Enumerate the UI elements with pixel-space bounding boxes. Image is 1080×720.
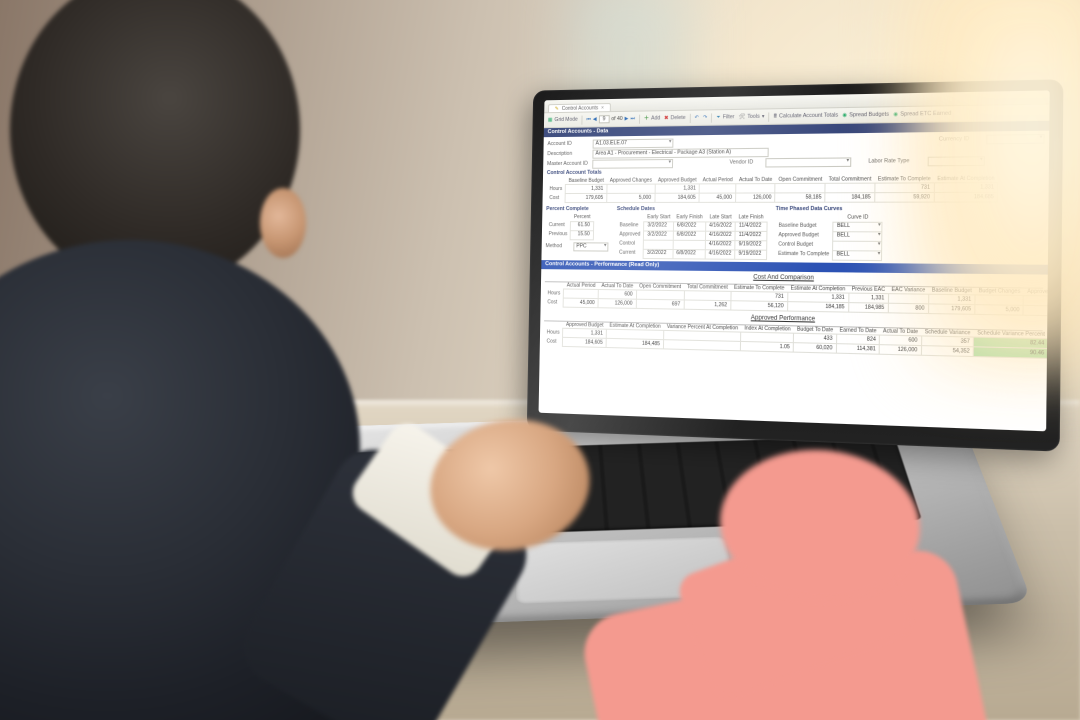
spread-budgets-button[interactable]: ◉Spread Budgets [842, 111, 889, 119]
grid-icon: ▦ [548, 117, 553, 124]
approved-performance-table: Approved BudgetEstimate At CompletionVar… [544, 321, 1050, 364]
labor-rate-field[interactable] [928, 156, 985, 166]
undo-icon: ↶ [694, 114, 698, 121]
grid-mode-toggle[interactable]: ▦ Grid Mode [548, 116, 578, 123]
method-label: Method [545, 243, 570, 250]
tp-title: Time Phased Data Curves [776, 206, 884, 213]
delete-icon: ✖ [664, 115, 668, 122]
description-field[interactable]: Area A1 - Procurement - Electrical - Pac… [592, 148, 768, 159]
currency-field[interactable] [986, 134, 1044, 144]
record-pager[interactable]: ⏮ ◀ 9 of 40 ▶ ⏭ [586, 114, 635, 124]
percent-complete-section: Percent Complete PercentCurrent61.50Prev… [545, 205, 609, 258]
tp-table: Curve IDBaseline BudgetBELLApproved Budg… [775, 214, 883, 260]
labor-rate-label: Labor Rate Type [868, 158, 924, 166]
plus-icon: ＋ [644, 115, 649, 122]
chevron-down-icon: ▾ [762, 113, 765, 120]
undo-button[interactable]: ↶ [694, 114, 698, 121]
close-icon[interactable]: × [601, 105, 604, 112]
tools-button[interactable]: 🛠Tools▾ [738, 113, 764, 120]
method-field[interactable]: PPC [573, 242, 608, 251]
page-current[interactable]: 9 [599, 115, 610, 124]
pct-title: Percent Complete [546, 206, 609, 213]
tab-control-accounts[interactable]: ✎ Control Accounts × [548, 103, 611, 113]
dates-title: Schedule Dates [617, 206, 768, 213]
performance-pane: Cost And Comparison Actual PeriodActual … [540, 269, 1048, 362]
spread-etc-button[interactable]: ◉Spread ETC Earned [893, 110, 951, 118]
redo-icon: ↷ [703, 114, 708, 121]
redo-button[interactable]: ↷ [703, 114, 708, 121]
pct-table: PercentCurrent61.50Previous15.50 [546, 214, 594, 240]
funnel-icon: ⏷ [716, 114, 720, 121]
spread-icon: ◉ [842, 112, 847, 119]
pencil-icon: ✎ [555, 106, 559, 113]
vendor-label: Vendor ID [729, 160, 762, 167]
prev-icon[interactable]: ◀ [593, 116, 597, 123]
identification-pane: Account ID A1.03.ELE.07 Currency ID Desc… [541, 131, 1049, 265]
page-of: of 40 [611, 116, 622, 123]
next-icon[interactable]: ▶ [624, 115, 628, 122]
add-button[interactable]: ＋Add [644, 115, 660, 122]
master-account-field[interactable] [592, 159, 673, 169]
master-account-label: Master Account ID [547, 161, 589, 168]
first-icon[interactable]: ⏮ [586, 116, 591, 123]
app-window: ✎ Control Accounts × ▦ Grid Mode ⏮ ◀ 9 o… [539, 90, 1050, 431]
vendor-field[interactable] [765, 158, 851, 168]
account-id-label: Account ID [547, 141, 589, 148]
scene-photo: ✎ Control Accounts × ▦ Grid Mode ⏮ ◀ 9 o… [0, 0, 1080, 720]
wrench-icon: 🛠 [738, 114, 745, 121]
schedule-dates-section: Schedule Dates Early StartEarly FinishLa… [616, 205, 767, 259]
description-label: Description [547, 151, 589, 158]
last-icon[interactable]: ⏭ [630, 115, 635, 122]
filter-button[interactable]: ⏷Filter [716, 114, 734, 121]
calc-totals-button[interactable]: 🖩Calculate Account Totals [774, 112, 838, 120]
dates-table: Early StartEarly FinishLate StartLate Fi… [616, 214, 767, 259]
totals-table: Baseline BudgetApproved ChangesApproved … [546, 175, 998, 203]
account-id-field[interactable]: A1.03.ELE.07 [593, 139, 674, 149]
spread-icon: ◉ [893, 111, 898, 118]
laptop-screen-bezel: ✎ Control Accounts × ▦ Grid Mode ⏮ ◀ 9 o… [527, 79, 1064, 451]
delete-button[interactable]: ✖Delete [664, 115, 685, 122]
time-phased-section: Time Phased Data Curves Curve IDBaseline… [775, 205, 883, 260]
tab-label: Control Accounts [562, 105, 599, 112]
currency-label: Currency ID [939, 136, 983, 144]
calculator-icon: 🖩 [774, 113, 777, 120]
